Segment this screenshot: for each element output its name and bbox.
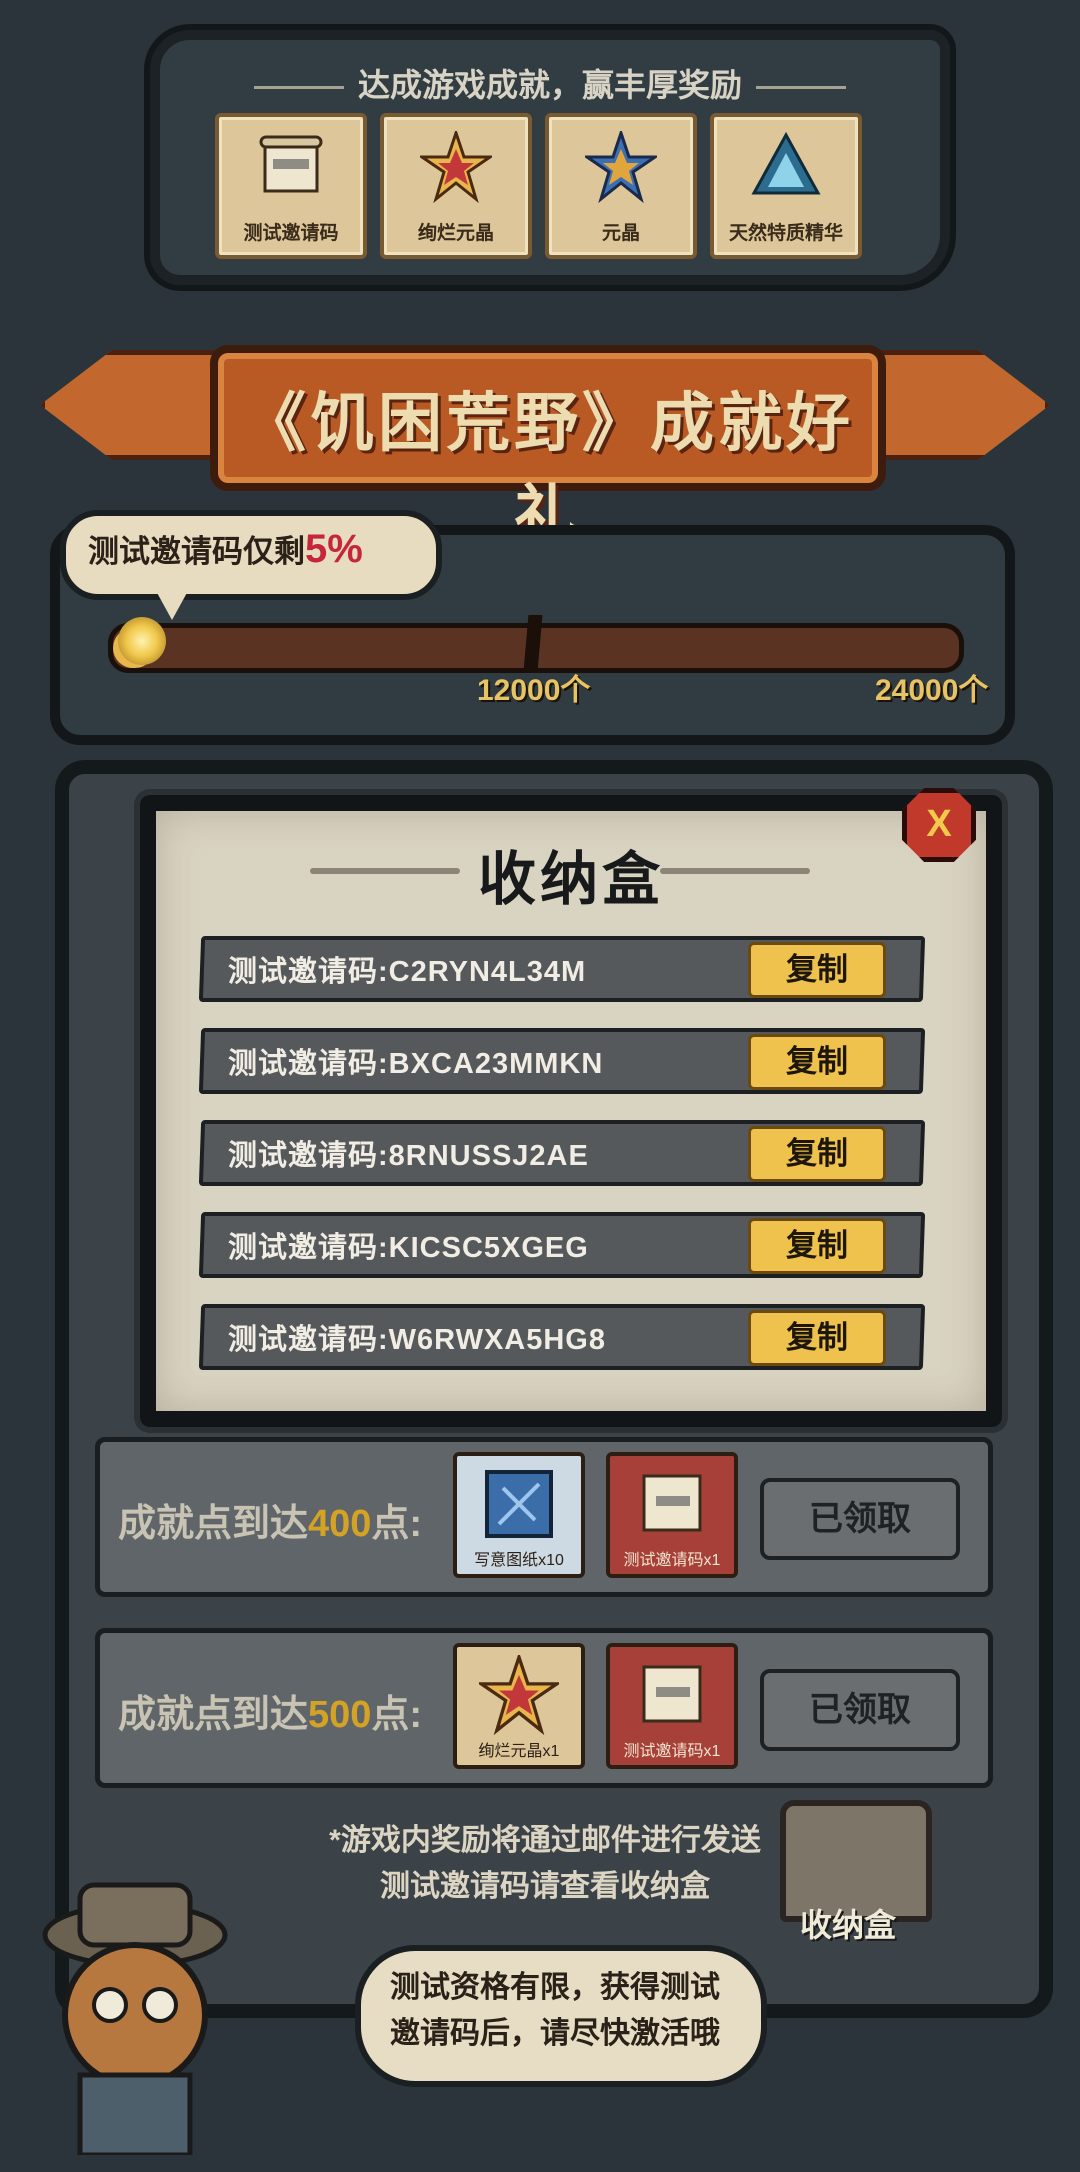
item-card-invite-code[interactable]: 测试邀请码x1 — [606, 1452, 738, 1578]
rewards-title: 达成游戏成就，赢丰厚奖励 — [150, 60, 950, 106]
star-gem-icon — [479, 1655, 559, 1735]
mascot-character — [42, 1882, 228, 2155]
blue-star-gem-icon — [585, 131, 657, 203]
star-gem-icon — [420, 131, 492, 203]
milestone-label: 24000个 — [875, 674, 989, 707]
condition-points: 500 — [308, 1694, 372, 1736]
progress-knob — [118, 617, 166, 665]
invite-code-text: 测试邀请码:KICSC5XGEG — [228, 1232, 589, 1264]
remaining-percent: 5% — [305, 527, 363, 571]
scroll-icon — [259, 135, 323, 193]
bubble-tail — [150, 580, 194, 620]
crystal-icon — [751, 131, 821, 195]
reward-card-crystal[interactable]: 元晶 — [545, 113, 697, 259]
banner-wing-left — [40, 350, 220, 460]
reward-note: *游戏内奖励将通过邮件进行发送 测试邀请码请查看收纳盒 — [310, 1818, 780, 1910]
invite-code-text: 测试邀请码:W6RWXA5HG8 — [228, 1324, 606, 1356]
reward-card-invite-code[interactable]: 测试邀请码 — [215, 113, 367, 259]
condition-suffix: 点: — [371, 1694, 423, 1736]
reward-label: 绚烂元晶 — [417, 223, 494, 244]
item-card-invite-code[interactable]: 测试邀请码x1 — [606, 1643, 738, 1769]
remaining-label: 测试邀请码仅剩 — [88, 534, 305, 569]
condition-prefix: 成就点到达 — [118, 1503, 309, 1545]
speech-line: 邀请码后，请尽快激活哦 — [390, 2017, 720, 2050]
item-label: 测试邀请码x1 — [623, 1552, 721, 1569]
item-label: 测试邀请码x1 — [623, 1743, 721, 1760]
scroll-icon — [642, 1474, 702, 1532]
speech-text: 测试资格有限，获得测试 邀请码后，请尽快激活哦 — [375, 1965, 735, 2057]
blueprint-icon — [485, 1470, 553, 1538]
reward-card-brilliant-crystal[interactable]: 绚烂元晶 — [380, 113, 532, 259]
reward-label: 天然特质精华 — [728, 223, 843, 244]
reward-label: 元晶 — [601, 223, 640, 244]
invite-code-text: 测试邀请码:C2RYN4L34M — [228, 956, 587, 988]
achievement-condition: 成就点到达500点: — [118, 1683, 422, 1738]
achievement-condition: 成就点到达400点: — [118, 1492, 422, 1547]
scroll-icon — [642, 1665, 702, 1723]
reward-label: 测试邀请码 — [243, 223, 339, 244]
invite-code-text: 测试邀请码:8RNUSSJ2AE — [228, 1140, 589, 1172]
claimed-button[interactable]: 已领取 — [760, 1669, 960, 1751]
speech-line: 测试资格有限，获得测试 — [390, 1971, 720, 2004]
condition-suffix: 点: — [371, 1503, 423, 1545]
condition-points: 400 — [308, 1503, 372, 1545]
claimed-button[interactable]: 已领取 — [760, 1478, 960, 1560]
item-label: 绚烂元晶x1 — [478, 1743, 560, 1760]
reward-card-essence[interactable]: 天然特质精华 — [710, 113, 862, 259]
note-line: 测试邀请码请查看收纳盒 — [380, 1870, 710, 1903]
item-label: 写意图纸x10 — [474, 1552, 564, 1569]
item-card-brilliant-crystal[interactable]: 绚烂元晶x1 — [453, 1643, 585, 1769]
item-card-blueprint[interactable]: 写意图纸x10 — [453, 1452, 585, 1578]
copy-button[interactable]: 复制 — [748, 1034, 886, 1090]
invite-code-text: 测试邀请码:BXCA23MMKN — [228, 1048, 604, 1080]
milestone-label: 12000个 — [477, 674, 591, 707]
copy-button[interactable]: 复制 — [748, 1310, 886, 1366]
banner-wing-right — [870, 350, 1050, 460]
copy-button[interactable]: 复制 — [748, 1126, 886, 1182]
storage-box-button[interactable]: 收纳盒 — [800, 1900, 896, 1946]
modal-title: 收纳盒 — [477, 847, 664, 912]
copy-button[interactable]: 复制 — [748, 942, 886, 998]
note-line: *游戏内奖励将通过邮件进行发送 — [329, 1824, 761, 1857]
remaining-text: 测试邀请码仅剩5% — [88, 526, 363, 572]
condition-prefix: 成就点到达 — [118, 1694, 309, 1736]
copy-button[interactable]: 复制 — [748, 1218, 886, 1274]
